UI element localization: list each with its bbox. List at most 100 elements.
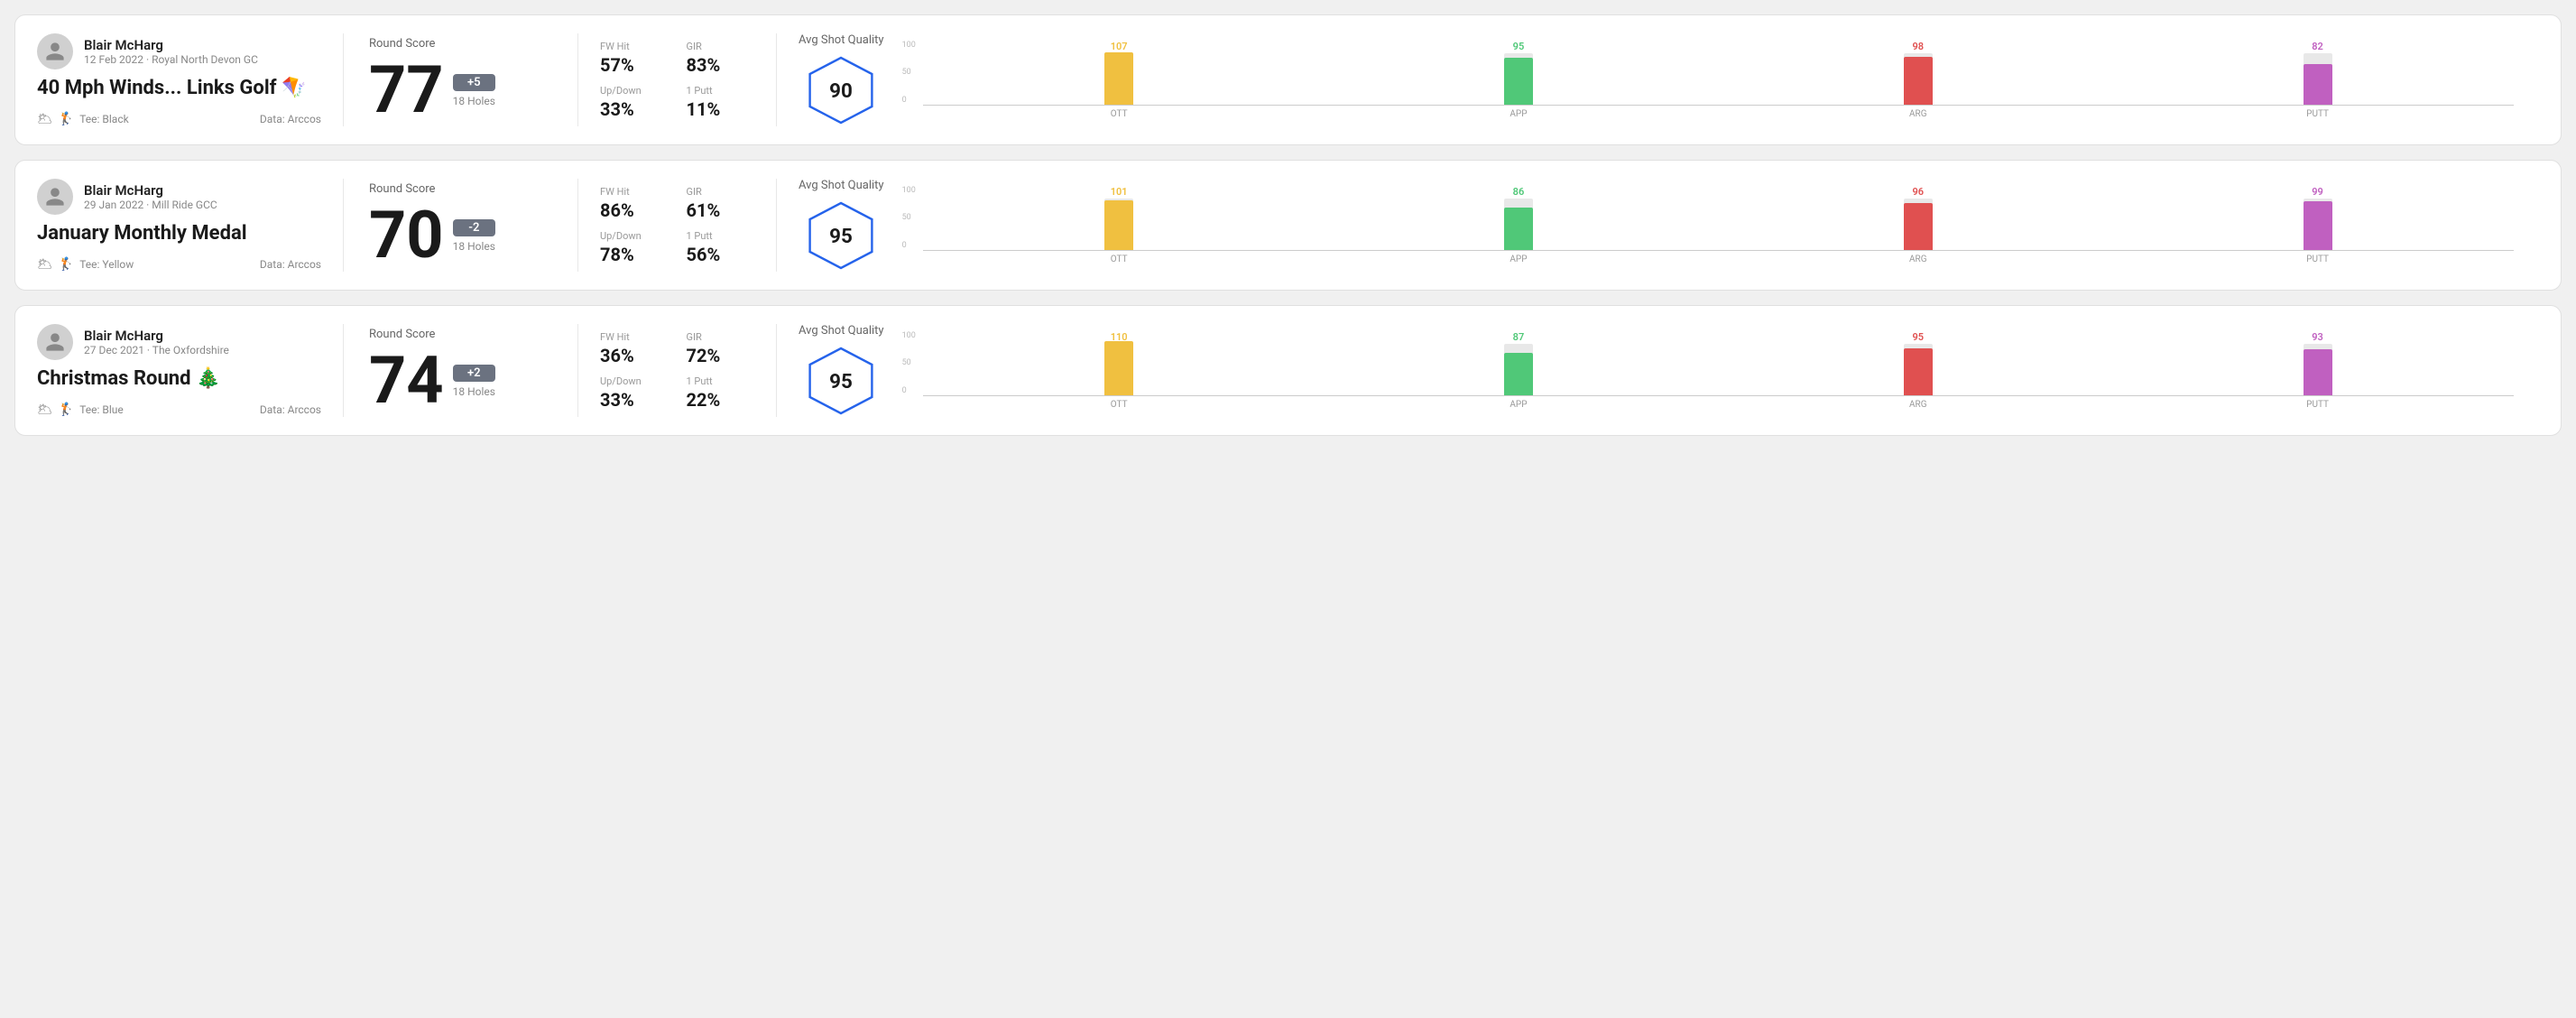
user-meta-1: 12 Feb 2022 · Royal North Devon GC	[84, 53, 258, 66]
weather-icon-2: 🌥	[37, 257, 53, 272]
chart-bar-arg: 98	[1900, 42, 1936, 105]
y-axis-labels-2: 100500	[902, 187, 916, 250]
gir-stat-2: GIR 61%	[687, 186, 755, 221]
score-section-3: Round Score 74 +2 18 Holes	[344, 324, 578, 417]
stats-grid-3: FW Hit 36% GIR 72% Up/Down 33% 1 Putt 22…	[600, 331, 754, 411]
hexagon-1: 90	[805, 54, 877, 126]
user-icon	[44, 41, 66, 62]
round-score-label-2: Round Score	[369, 182, 552, 196]
quality-label-2: Avg Shot Quality	[799, 179, 884, 192]
chart-bar-putt: 82	[2300, 42, 2336, 105]
chart-cols-1: 107 95 98 82	[919, 42, 2517, 105]
user-info-3: Blair McHarg 27 Dec 2021 · The Oxfordshi…	[84, 328, 229, 356]
oneputt-stat-3: 1 Putt 22%	[687, 375, 755, 411]
chart-labels-1: OTTAPPARGPUTT	[919, 109, 2517, 119]
chart-bar-putt: 99	[2300, 187, 2336, 250]
chart-bar-arg: 95	[1900, 332, 1936, 395]
data-source-2: Data: Arccos	[260, 258, 321, 271]
score-section-1: Round Score 77 +5 18 Holes	[344, 33, 578, 126]
tee-label-1: Tee: Black	[79, 113, 128, 125]
user-name-1: Blair McHarg	[84, 37, 258, 53]
chart-bar-app: 95	[1500, 42, 1537, 105]
quality-label-3: Avg Shot Quality	[799, 324, 884, 338]
round-card-2: Blair McHarg 29 Jan 2022 · Mill Ride GCC…	[14, 160, 2562, 291]
chart-cols-2: 101 86 96 99	[919, 187, 2517, 250]
updown-stat-1: Up/Down 33%	[600, 85, 669, 120]
stats-grid-2: FW Hit 86% GIR 61% Up/Down 78% 1 Putt 56…	[600, 186, 754, 265]
user-header-3: Blair McHarg 27 Dec 2021 · The Oxfordshi…	[37, 324, 321, 360]
user-name-2: Blair McHarg	[84, 182, 217, 199]
chart-bar-ott: 107	[1101, 42, 1137, 105]
round-title-2: January Monthly Medal	[37, 222, 321, 245]
chart-bar-app: 86	[1500, 187, 1537, 250]
user-info-1: Blair McHarg 12 Feb 2022 · Royal North D…	[84, 37, 258, 66]
gir-stat-3: GIR 72%	[687, 331, 755, 366]
round-card-3: Blair McHarg 27 Dec 2021 · The Oxfordshi…	[14, 305, 2562, 436]
quality-label-1: Avg Shot Quality	[799, 33, 884, 47]
chart-bar-putt: 93	[2300, 332, 2336, 395]
score-diff-badge-1: +5	[453, 74, 495, 91]
hexagon-container-2: Avg Shot Quality 95	[799, 179, 884, 272]
chart-bar-ott: 101	[1101, 187, 1137, 250]
quality-section-3: Avg Shot Quality 95 100500	[777, 324, 2539, 417]
hexagon-3: 95	[805, 345, 877, 417]
user-icon	[44, 331, 66, 353]
score-diff-badge-2: -2	[453, 219, 495, 236]
oneputt-stat-1: 1 Putt 11%	[687, 85, 755, 120]
score-badge-col-1: +5 18 Holes	[453, 74, 495, 107]
quality-section-1: Avg Shot Quality 90 100500	[777, 33, 2539, 126]
hexagon-container-3: Avg Shot Quality 95	[799, 324, 884, 417]
chart-bar-arg: 96	[1900, 187, 1936, 250]
fw-hit-stat-2: FW Hit 86%	[600, 186, 669, 221]
bar-chart-3: 100500 110 87 95	[902, 332, 2517, 410]
tee-label-2: Tee: Yellow	[79, 258, 134, 271]
quality-section-2: Avg Shot Quality 95 100500	[777, 179, 2539, 272]
stats-grid-1: FW Hit 57% GIR 83% Up/Down 33% 1 Putt 11…	[600, 41, 754, 120]
user-meta-3: 27 Dec 2021 · The Oxfordshire	[84, 344, 229, 356]
bag-icon-3: 🏌	[59, 403, 74, 417]
user-meta-2: 29 Jan 2022 · Mill Ride GCC	[84, 199, 217, 211]
weather-icon-1: 🌥	[37, 112, 53, 126]
score-row-2: 70 -2 18 Holes	[369, 203, 552, 268]
round-score-label-1: Round Score	[369, 37, 552, 51]
left-section-3: Blair McHarg 27 Dec 2021 · The Oxfordshi…	[37, 324, 344, 417]
bar-chart-1: 100500 107 95 98	[902, 42, 2517, 119]
tee-info-3: 🌥 🏌 Tee: Blue	[37, 403, 124, 417]
left-section-1: Blair McHarg 12 Feb 2022 · Royal North D…	[37, 33, 344, 126]
holes-label-2: 18 Holes	[453, 240, 495, 253]
chart-cols-3: 110 87 95 93	[919, 332, 2517, 395]
data-source-1: Data: Arccos	[260, 113, 321, 125]
round-footer-2: 🌥 🏌 Tee: Yellow Data: Arccos	[37, 257, 321, 272]
score-section-2: Round Score 70 -2 18 Holes	[344, 179, 578, 272]
bag-icon-2: 🏌	[59, 257, 74, 272]
user-info-2: Blair McHarg 29 Jan 2022 · Mill Ride GCC	[84, 182, 217, 211]
holes-label-1: 18 Holes	[453, 95, 495, 107]
score-row-3: 74 +2 18 Holes	[369, 348, 552, 413]
chart-area-1: 100500 107 95 98	[902, 42, 2517, 119]
tee-info-2: 🌥 🏌 Tee: Yellow	[37, 257, 134, 272]
fw-hit-stat-1: FW Hit 57%	[600, 41, 669, 76]
hexagon-shape-2: 95	[805, 199, 877, 272]
score-number-3: 74	[369, 348, 444, 413]
svg-text:95: 95	[829, 225, 853, 248]
round-footer-1: 🌥 🏌 Tee: Black Data: Arccos	[37, 112, 321, 126]
chart-area-3: 100500 110 87 95	[902, 332, 2517, 410]
data-source-3: Data: Arccos	[260, 403, 321, 416]
bag-icon-1: 🏌	[59, 112, 74, 126]
round-score-label-3: Round Score	[369, 328, 552, 341]
user-header-1: Blair McHarg 12 Feb 2022 · Royal North D…	[37, 33, 321, 69]
round-footer-3: 🌥 🏌 Tee: Blue Data: Arccos	[37, 403, 321, 417]
user-header-2: Blair McHarg 29 Jan 2022 · Mill Ride GCC	[37, 179, 321, 215]
round-card-1: Blair McHarg 12 Feb 2022 · Royal North D…	[14, 14, 2562, 145]
avatar-2	[37, 179, 73, 215]
left-section-2: Blair McHarg 29 Jan 2022 · Mill Ride GCC…	[37, 179, 344, 272]
stats-section-3: FW Hit 36% GIR 72% Up/Down 33% 1 Putt 22…	[578, 324, 777, 417]
chart-area-2: 100500 101 86 96	[902, 187, 2517, 264]
round-title-1: 40 Mph Winds... Links Golf 🪁	[37, 77, 321, 100]
tee-info-1: 🌥 🏌 Tee: Black	[37, 112, 129, 126]
y-axis-labels-1: 100500	[902, 42, 916, 105]
svg-text:95: 95	[829, 370, 853, 393]
score-row-1: 77 +5 18 Holes	[369, 58, 552, 123]
user-name-3: Blair McHarg	[84, 328, 229, 344]
score-number-2: 70	[369, 203, 444, 268]
